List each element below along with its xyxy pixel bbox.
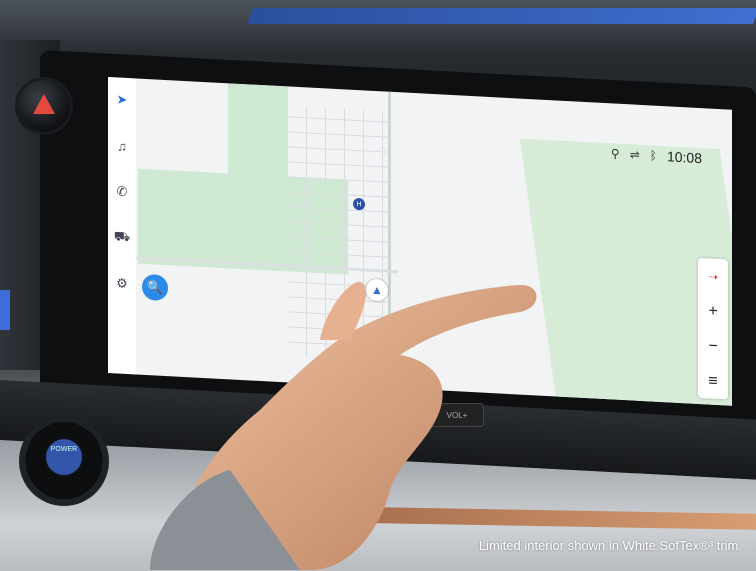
hand-image: [150, 281, 537, 570]
exterior-blue-trim-left: [0, 290, 10, 330]
power-button[interactable]: POWER: [25, 422, 103, 500]
settings-icon[interactable]: ⚙: [108, 265, 136, 302]
hazard-button[interactable]: [18, 80, 70, 132]
hazard-icon: [33, 94, 55, 114]
zoom-in-button[interactable]: +: [698, 293, 728, 330]
car-interior-photo: ➤ ♫ ✆ ⛟ ⚙ 🔍 H ▲ ⚲ ⇌ ᛒ 10:08 ➝ + − ≡ VOL+…: [0, 0, 756, 571]
navigation-icon[interactable]: ➤: [108, 81, 136, 118]
compass-icon[interactable]: ➝: [698, 258, 728, 295]
music-icon[interactable]: ♫: [108, 127, 136, 164]
exterior-blue-trim: [247, 8, 756, 24]
car-icon[interactable]: ⛟: [108, 219, 136, 256]
menu-button[interactable]: ≡: [698, 363, 728, 400]
power-label: POWER: [50, 446, 78, 453]
app-rail: ➤ ♫ ✆ ⛟ ⚙: [108, 77, 136, 375]
image-caption: Limited interior shown in White SofTex®³…: [478, 538, 742, 553]
zoom-out-button[interactable]: −: [698, 328, 728, 365]
network-icon: ⇌: [629, 147, 640, 162]
bluetooth-icon: ᛒ: [649, 148, 657, 163]
map-poi-icon[interactable]: H: [353, 197, 365, 211]
map-controls: ➝ + − ≡: [698, 257, 728, 400]
clock: 10:08: [666, 148, 702, 167]
location-pin-icon: ⚲: [610, 146, 620, 161]
phone-icon[interactable]: ✆: [108, 173, 136, 210]
